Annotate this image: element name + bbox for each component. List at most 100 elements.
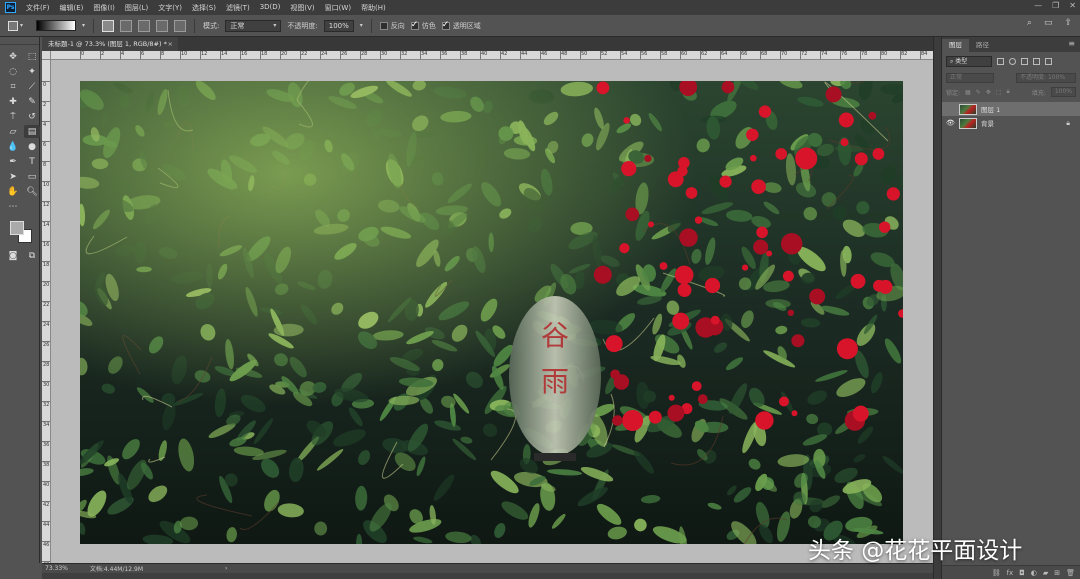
lock-image-icon[interactable]: ✎	[976, 89, 981, 96]
screen-mode-icon[interactable]: ⧉	[24, 249, 40, 262]
tab-paths[interactable]: 路径	[969, 39, 996, 52]
layer-row[interactable]: 图层 1	[942, 102, 1080, 116]
rectangle-tool-icon[interactable]: ▭	[24, 170, 40, 183]
restore-icon[interactable]: ❐	[1052, 1, 1059, 10]
zoom-tool-icon[interactable]: 🔍︎	[24, 185, 40, 198]
adjustment-layer-icon[interactable]: ◐	[1031, 569, 1037, 577]
history-brush-tool-icon[interactable]: ↺	[24, 110, 40, 123]
menu-item[interactable]: 编辑(E)	[55, 3, 89, 13]
healing-tool-icon[interactable]: ✚	[5, 95, 21, 108]
gradient-tool-icon[interactable]: ▤	[24, 125, 40, 138]
horizontal-scrollbar[interactable]	[42, 573, 933, 579]
visibility-eye-icon[interactable]: 👁︎	[946, 119, 955, 127]
tab-layers[interactable]: 图层	[942, 39, 969, 52]
smart-object-filter-icon[interactable]	[1045, 58, 1052, 65]
transparency-checkbox[interactable]	[441, 20, 450, 30]
gradient-preview[interactable]	[36, 20, 76, 31]
menu-item[interactable]: 图像(I)	[88, 3, 120, 13]
menu-item[interactable]: 帮助(H)	[356, 3, 391, 13]
toolbar-grip[interactable]	[0, 37, 39, 45]
close-window-icon[interactable]: ✕	[1069, 1, 1076, 10]
lasso-tool-icon[interactable]: ◌	[5, 65, 21, 78]
chevron-down-icon[interactable]: ▾	[82, 22, 85, 29]
new-layer-icon[interactable]: ⊞	[1054, 569, 1060, 577]
new-group-icon[interactable]: ▰	[1043, 569, 1048, 577]
zoom-level[interactable]: 73.33%	[45, 565, 68, 572]
adjustment-filter-icon[interactable]	[1009, 58, 1016, 65]
more-tools-icon[interactable]: ⋯	[5, 200, 21, 213]
workspace-icon[interactable]: ▭	[1044, 18, 1053, 28]
menu-item[interactable]: 窗口(W)	[320, 3, 356, 13]
blend-mode-select[interactable]: 正常	[946, 73, 994, 83]
close-icon[interactable]: ×	[168, 37, 173, 51]
blur-tool-icon[interactable]: 💧	[5, 140, 21, 153]
layer-name[interactable]: 图层 1	[981, 104, 1000, 114]
pixel-filter-icon[interactable]	[997, 58, 1004, 65]
linear-gradient-button[interactable]	[102, 19, 115, 32]
eyedropper-tool-icon[interactable]: ⟋	[24, 80, 40, 93]
dither-checkbox[interactable]	[410, 20, 419, 30]
diamond-gradient-button[interactable]	[174, 19, 187, 32]
magic-wand-tool-icon[interactable]: ✦	[24, 65, 40, 78]
vertical-ruler[interactable]: 0 2 4 6 8 10 12 14 16 18 20 22 24 26 28 30 32 34 36 38 40 42 4…	[42, 60, 51, 563]
opacity-field[interactable]: 100%	[323, 19, 354, 32]
menu-item[interactable]: 文字(Y)	[153, 3, 187, 13]
lock-all-icon[interactable]: 🔒︎	[1006, 88, 1009, 96]
add-mask-icon[interactable]: ◘	[1019, 569, 1025, 577]
tool-preset-picker[interactable]: ▾	[8, 19, 30, 33]
brush-tool-icon[interactable]: ✎	[24, 95, 40, 108]
horizontal-ruler[interactable]: 0 2 4 6 8 10 12 14 16 18 20 22 24 26 28 30 32 34 36 38 40 42 4…	[51, 51, 933, 60]
layer-row[interactable]: 👁︎ 背景 🔒︎	[942, 116, 1080, 130]
layer-lock-icon[interactable]: 🔒︎	[1066, 119, 1070, 128]
menu-item[interactable]: 选择(S)	[187, 3, 221, 13]
lock-artboard-icon[interactable]: ⬚	[996, 89, 1002, 96]
shape-filter-icon[interactable]	[1033, 58, 1040, 65]
layer-filter-select[interactable]: ⌕ 类型	[946, 56, 992, 67]
dodge-tool-icon[interactable]: ●	[24, 140, 40, 153]
eraser-tool-icon[interactable]: ▱	[5, 125, 21, 138]
search-icon[interactable]: ⌕	[1027, 18, 1032, 28]
chevron-right-icon[interactable]: ›	[225, 565, 227, 572]
quick-mask-icon[interactable]: ◙	[5, 249, 21, 262]
lock-pixels-icon[interactable]: ▦	[965, 89, 971, 96]
minimize-icon[interactable]: —	[1034, 1, 1042, 10]
reverse-option[interactable]: 反向	[379, 21, 405, 31]
dither-option[interactable]: 仿色	[410, 20, 436, 31]
photo-canvas[interactable]: 谷 雨	[80, 81, 903, 544]
stamp-tool-icon[interactable]: ⍑	[5, 110, 21, 123]
foreground-color-swatch[interactable]	[10, 221, 24, 235]
layer-style-icon[interactable]: fx	[1007, 569, 1014, 577]
menu-item[interactable]: 滤镜(T)	[221, 3, 255, 13]
reflected-gradient-button[interactable]	[156, 19, 169, 32]
path-selection-tool-icon[interactable]: ➤	[5, 170, 21, 183]
canvas-area[interactable]: 谷 雨	[51, 60, 933, 563]
type-tool-icon[interactable]: T	[24, 155, 40, 168]
move-tool-icon[interactable]: ✥	[5, 50, 21, 63]
chevron-down-icon[interactable]: ▾	[360, 22, 363, 29]
marquee-tool-icon[interactable]: ⬚	[24, 50, 40, 63]
reverse-checkbox[interactable]	[379, 21, 388, 30]
delete-layer-icon[interactable]: 🗑︎	[1066, 569, 1075, 577]
radial-gradient-button[interactable]	[120, 19, 133, 32]
angle-gradient-button[interactable]	[138, 19, 151, 32]
ruler-corner[interactable]	[42, 51, 51, 60]
lock-position-icon[interactable]: ✥	[986, 89, 991, 96]
menu-item[interactable]: 3D(D)	[255, 3, 286, 13]
layer-name[interactable]: 背景	[981, 118, 994, 128]
menu-item[interactable]: 图层(L)	[120, 3, 153, 13]
type-filter-icon[interactable]	[1021, 58, 1028, 65]
crop-tool-icon[interactable]: ⌗	[5, 80, 21, 93]
pen-tool-icon[interactable]: ✒	[5, 155, 21, 168]
fill-value[interactable]: 100%	[1050, 87, 1076, 97]
document-info[interactable]: 文档:4.44M/12.9M	[90, 564, 143, 573]
layer-thumbnail[interactable]	[959, 117, 977, 129]
link-layers-icon[interactable]: ⛓	[992, 569, 1001, 577]
menu-item[interactable]: 文件(F)	[21, 3, 55, 13]
mode-select[interactable]: 正常 ▾	[225, 19, 282, 32]
panel-menu-icon[interactable]: ≡	[1068, 39, 1075, 48]
document-tab[interactable]: 未标题-1 @ 73.3% (图层 1, RGB/8#) * ×	[42, 37, 178, 51]
layer-thumbnail[interactable]	[959, 103, 977, 115]
transparency-option[interactable]: 透明区域	[441, 20, 481, 31]
layer-opacity-field[interactable]: 不透明度: 100%	[1016, 73, 1076, 83]
share-icon[interactable]: ⇪	[1064, 18, 1072, 28]
